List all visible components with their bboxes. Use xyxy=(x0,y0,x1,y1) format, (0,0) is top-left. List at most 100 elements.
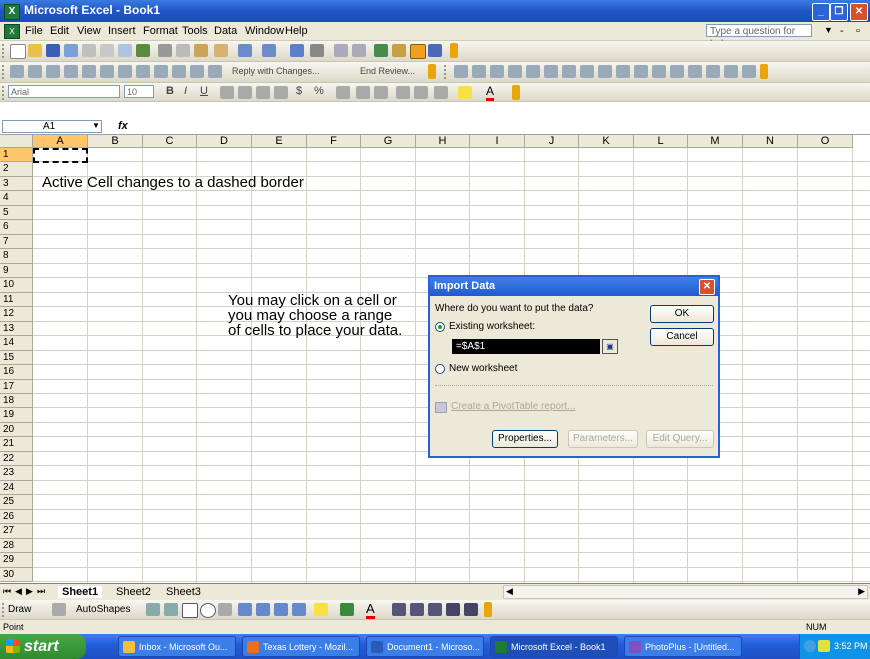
column-header-g[interactable]: G xyxy=(361,135,416,148)
clock[interactable]: 3:52 PM xyxy=(834,634,868,659)
row-header-21[interactable]: 21 xyxy=(0,437,33,452)
column-header-j[interactable]: J xyxy=(525,135,579,148)
workbook-icon[interactable]: X xyxy=(4,24,20,39)
row-header-27[interactable]: 27 xyxy=(0,524,33,539)
sort-descending-icon[interactable] xyxy=(352,44,366,57)
cut-icon[interactable] xyxy=(158,44,172,57)
row-header-11[interactable]: 11 xyxy=(0,292,33,308)
row-header-28[interactable]: 28 xyxy=(0,538,33,554)
review-icon[interactable] xyxy=(118,65,132,78)
decrease-decimal-icon[interactable] xyxy=(374,86,388,99)
tray-icon[interactable] xyxy=(818,640,830,652)
permission-icon[interactable] xyxy=(64,44,78,57)
column-header-i[interactable]: I xyxy=(470,135,525,148)
print-preview-icon[interactable] xyxy=(118,44,132,57)
drawing-tool-icon[interactable] xyxy=(634,65,648,78)
row-header-1[interactable]: 1 xyxy=(0,148,33,163)
font-color-icon[interactable]: A xyxy=(366,601,375,619)
select-objects-icon[interactable] xyxy=(52,603,66,616)
merge-center-icon[interactable] xyxy=(274,86,288,99)
first-sheet-icon[interactable]: ⏮ xyxy=(3,586,11,597)
new-worksheet-radio[interactable] xyxy=(435,364,445,374)
row-header-10[interactable]: 10 xyxy=(0,278,33,293)
review-icon[interactable] xyxy=(100,65,114,78)
review-icon[interactable] xyxy=(190,65,204,78)
row-header-5[interactable]: 5 xyxy=(0,205,33,221)
column-header-n[interactable]: N xyxy=(743,135,798,148)
font-color-icon[interactable]: A xyxy=(486,84,495,101)
restore-workbook-button[interactable]: ▫ xyxy=(856,25,860,37)
line-icon[interactable] xyxy=(146,603,160,616)
row-header-3[interactable]: 3 xyxy=(0,176,33,192)
column-header-o[interactable]: O xyxy=(798,135,853,148)
review-icon[interactable] xyxy=(64,65,78,78)
review-icon[interactable] xyxy=(82,65,96,78)
menu-tools[interactable]: Tools xyxy=(182,25,208,37)
scroll-left-icon[interactable]: ◀ xyxy=(506,586,513,597)
fill-color-icon[interactable] xyxy=(458,86,472,99)
column-header-f[interactable]: F xyxy=(307,135,361,148)
insert-function-icon[interactable]: fx xyxy=(118,120,128,132)
oval-icon[interactable] xyxy=(200,603,216,618)
toolbar-options-icon[interactable] xyxy=(450,43,458,58)
row-header-20[interactable]: 20 xyxy=(0,422,33,438)
new-icon[interactable] xyxy=(10,44,26,59)
bold-button[interactable]: B xyxy=(166,85,174,97)
row-header-19[interactable]: 19 xyxy=(0,408,33,423)
existing-worksheet-radio[interactable] xyxy=(435,322,445,332)
tray-icon[interactable] xyxy=(804,640,816,652)
help-search-input[interactable]: Type a question for help xyxy=(706,24,812,50)
active-cell[interactable] xyxy=(33,148,88,164)
drawing-tool-icon[interactable] xyxy=(526,65,540,78)
toolbar-options-icon[interactable] xyxy=(484,602,492,617)
create-pivottable-link[interactable]: Create a PivotTable report... xyxy=(451,401,576,412)
drawing-tool-icon[interactable] xyxy=(472,65,486,78)
column-header-k[interactable]: K xyxy=(579,135,634,148)
print-icon[interactable] xyxy=(100,44,114,57)
close-button[interactable]: ✕ xyxy=(850,3,868,21)
column-header-h[interactable]: H xyxy=(416,135,470,148)
column-header-l[interactable]: L xyxy=(634,135,688,148)
drawing-tool-icon[interactable] xyxy=(724,65,738,78)
collapse-dialog-icon[interactable]: ▣ xyxy=(602,339,618,354)
align-left-icon[interactable] xyxy=(220,86,234,99)
menu-file[interactable]: File xyxy=(25,25,43,37)
increase-indent-icon[interactable] xyxy=(414,86,428,99)
row-header-16[interactable]: 16 xyxy=(0,365,33,380)
italic-button[interactable]: I xyxy=(184,85,187,97)
select-all-button[interactable] xyxy=(0,135,33,148)
row-header-22[interactable]: 22 xyxy=(0,451,33,467)
sheet-tab-2[interactable]: Sheet2 xyxy=(116,586,151,598)
currency-button[interactable]: $ xyxy=(296,85,302,97)
new-worksheet-label[interactable]: New worksheet xyxy=(449,363,517,374)
drawing-tool-icon[interactable] xyxy=(616,65,630,78)
email-icon[interactable] xyxy=(82,44,96,57)
column-header-a[interactable]: A xyxy=(33,135,88,148)
column-header-e[interactable]: E xyxy=(252,135,307,148)
wordart-icon[interactable] xyxy=(238,603,252,616)
toolbar-options-icon[interactable] xyxy=(428,64,436,79)
review-icon[interactable] xyxy=(136,65,150,78)
task-photoplus[interactable]: PhotoPlus - [Untitled... xyxy=(624,636,742,657)
toolbar-options-icon[interactable] xyxy=(760,64,768,79)
reply-with-changes-button[interactable]: Reply with Changes... xyxy=(232,66,320,76)
zoom-icon[interactable] xyxy=(410,44,426,59)
task-document1[interactable]: Document1 - Microso... xyxy=(366,636,484,657)
row-header-7[interactable]: 7 xyxy=(0,234,33,250)
drawing-tool-icon[interactable] xyxy=(652,65,666,78)
row-header-12[interactable]: 12 xyxy=(0,307,33,322)
row-header-15[interactable]: 15 xyxy=(0,350,33,366)
clip-art-icon[interactable] xyxy=(274,603,288,616)
drawing-icon[interactable] xyxy=(392,44,406,57)
save-icon[interactable] xyxy=(46,44,60,57)
borders-icon[interactable] xyxy=(434,86,448,99)
dialog-close-button[interactable]: ✕ xyxy=(699,279,715,295)
column-header-b[interactable]: B xyxy=(88,135,143,148)
menu-insert[interactable]: Insert xyxy=(108,25,136,37)
font-name-select[interactable]: Arial xyxy=(8,85,120,98)
shadow-icon[interactable] xyxy=(446,603,460,616)
line-color-icon[interactable] xyxy=(340,603,354,616)
menu-format[interactable]: Format xyxy=(143,25,178,37)
row-header-13[interactable]: 13 xyxy=(0,321,33,337)
sheet-tab-1[interactable]: Sheet1 xyxy=(58,586,103,598)
